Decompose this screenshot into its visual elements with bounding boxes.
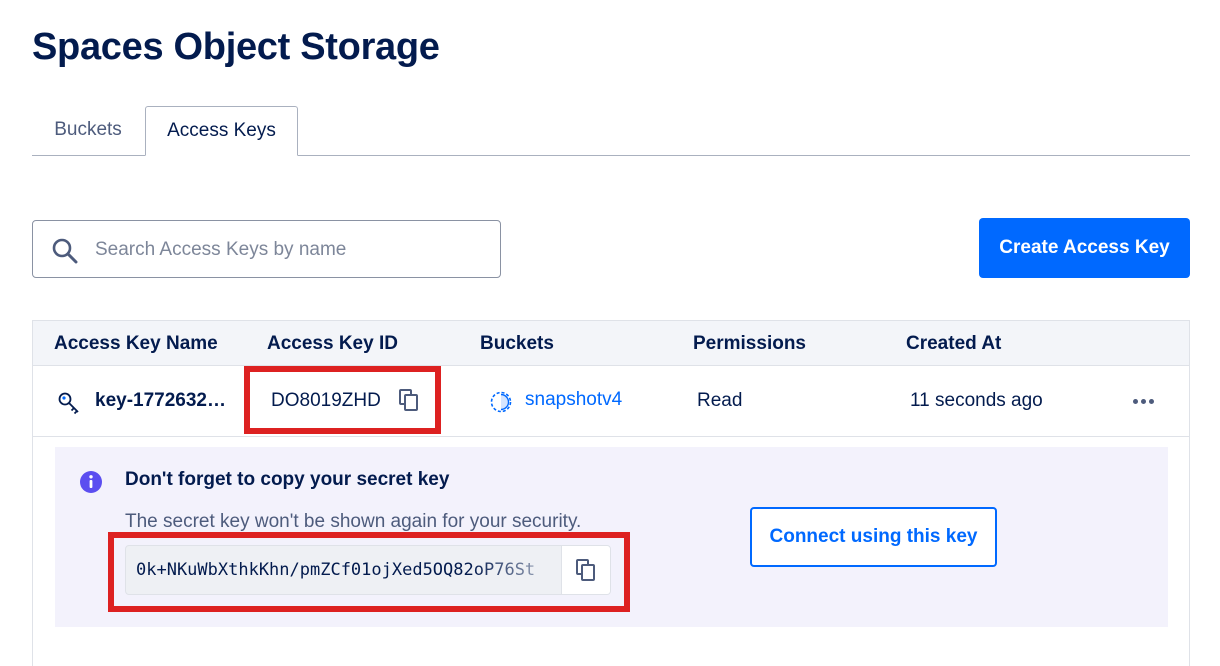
tab-bar: Buckets Access Keys bbox=[32, 106, 1190, 156]
copy-icon[interactable] bbox=[399, 389, 419, 411]
created-at-value: 11 seconds ago bbox=[910, 390, 1043, 411]
column-header-permissions: Permissions bbox=[693, 333, 806, 354]
page-title: Spaces Object Storage bbox=[32, 26, 440, 68]
create-access-key-button[interactable]: Create Access Key bbox=[979, 218, 1190, 278]
column-header-created: Created At bbox=[906, 333, 1002, 354]
more-icon[interactable] bbox=[1129, 388, 1157, 414]
notice-text: The secret key won't be shown again for … bbox=[125, 511, 582, 532]
tab-buckets[interactable]: Buckets bbox=[32, 106, 144, 154]
key-id: DO8019ZHD bbox=[271, 390, 381, 411]
bucket-icon bbox=[490, 391, 512, 413]
secret-key-value: 0k+NKuWbXthkKhn/pmZCf01ojXed5OQ82oP76St bbox=[136, 560, 536, 580]
key-icon bbox=[58, 392, 79, 415]
bucket-link[interactable]: snapshotv4 bbox=[525, 389, 622, 411]
secret-key-notice: Don't forget to copy your secret key The… bbox=[55, 447, 1168, 627]
info-icon bbox=[80, 471, 102, 493]
table-row: key-1772632… DO8019ZHD snapshotv4 Read 1… bbox=[33, 366, 1189, 437]
column-header-name: Access Key Name bbox=[54, 333, 218, 354]
access-keys-table: Access Key Name Access Key ID Buckets Pe… bbox=[32, 320, 1190, 666]
copy-secret-button[interactable] bbox=[561, 546, 610, 594]
search-input[interactable] bbox=[93, 229, 487, 271]
search-icon bbox=[52, 238, 78, 264]
secret-key-field[interactable]: 0k+NKuWbXthkKhn/pmZCf01ojXed5OQ82oP76St bbox=[125, 545, 611, 595]
copy-icon bbox=[576, 559, 595, 581]
column-header-id: Access Key ID bbox=[267, 333, 398, 354]
search-box[interactable] bbox=[32, 220, 501, 278]
notice-title: Don't forget to copy your secret key bbox=[125, 469, 450, 490]
table-header: Access Key Name Access Key ID Buckets Pe… bbox=[33, 321, 1189, 366]
key-name: key-1772632… bbox=[95, 390, 226, 411]
tab-access-keys[interactable]: Access Keys bbox=[145, 106, 298, 156]
column-header-buckets: Buckets bbox=[480, 333, 554, 354]
connect-using-key-button[interactable]: Connect using this key bbox=[750, 507, 997, 567]
permission-value: Read bbox=[697, 390, 743, 411]
